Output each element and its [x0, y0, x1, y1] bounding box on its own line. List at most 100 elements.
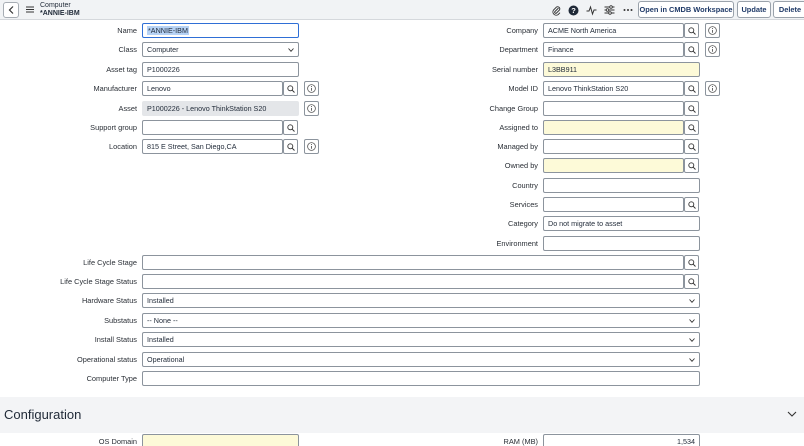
company-info-button[interactable] — [705, 23, 720, 38]
name-input[interactable]: *ANNIE-IBM — [142, 23, 299, 38]
personalize-button[interactable] — [603, 4, 615, 16]
managed-by-lookup-button[interactable] — [684, 139, 699, 154]
support-group-input[interactable] — [142, 120, 283, 135]
activity-icon — [586, 4, 596, 16]
model-id-lookup-button[interactable] — [684, 81, 699, 96]
search-icon — [286, 84, 295, 93]
operational-status-value: Operational — [147, 355, 185, 364]
department-lookup-button[interactable] — [684, 42, 699, 57]
search-icon — [687, 258, 696, 267]
os-domain-label: OS Domain — [98, 437, 137, 446]
asset-value: P1000226 - Lenovo ThinkStation S20 — [147, 104, 267, 113]
hardware-status-value: Installed — [147, 296, 174, 305]
search-icon — [687, 104, 696, 113]
location-lookup-button[interactable] — [283, 139, 298, 154]
name-label: Name — [117, 26, 137, 35]
manufacturer-input[interactable]: Lenovo — [142, 81, 283, 96]
category-label: Category — [508, 219, 538, 228]
life-cycle-stage-input[interactable] — [142, 255, 684, 270]
owned-by-lookup-button[interactable] — [684, 158, 699, 173]
location-info-button[interactable] — [304, 139, 319, 154]
life-cycle-stage-status-lookup-button[interactable] — [684, 274, 699, 289]
computer-type-input[interactable] — [142, 371, 700, 386]
assigned-to-input[interactable] — [543, 120, 684, 135]
services-input[interactable] — [543, 197, 684, 212]
owned-by-label: Owned by — [504, 161, 538, 170]
operational-status-select[interactable]: Operational — [142, 352, 700, 367]
chevron-down-icon — [689, 318, 695, 323]
asset-label: Asset — [118, 104, 137, 113]
help-icon: ? — [568, 5, 578, 15]
install-status-label: Install Status — [94, 335, 137, 344]
owned-by-input[interactable] — [543, 158, 684, 173]
managed-by-input[interactable] — [543, 139, 684, 154]
manufacturer-label: Manufacturer — [93, 84, 137, 93]
class-select[interactable]: Computer — [142, 42, 299, 57]
help-button[interactable]: ? — [567, 4, 579, 16]
chevron-down-icon — [689, 298, 695, 303]
location-label: Location — [109, 142, 137, 151]
info-icon — [708, 84, 717, 93]
menu-button[interactable] — [24, 4, 35, 15]
search-icon — [687, 45, 696, 54]
model-id-input[interactable]: Lenovo ThinkStation S20 — [543, 81, 684, 96]
asset-info-button[interactable] — [304, 101, 319, 116]
change-group-input[interactable] — [543, 101, 684, 116]
search-icon — [687, 161, 696, 170]
country-input[interactable] — [543, 178, 700, 193]
hardware-status-select[interactable]: Installed — [142, 293, 700, 308]
open-cmdb-workspace-button[interactable]: Open in CMDB Workspace — [638, 1, 734, 18]
search-icon — [687, 277, 696, 286]
os-domain-input[interactable] — [142, 434, 299, 446]
department-label: Department — [499, 45, 538, 54]
info-icon — [307, 84, 316, 93]
department-input[interactable]: Finance — [543, 42, 684, 57]
update-button[interactable]: Update — [737, 1, 771, 18]
category-input[interactable]: Do not migrate to asset — [543, 216, 700, 231]
company-label: Company — [506, 26, 538, 35]
company-lookup-button[interactable] — [684, 23, 699, 38]
computer-type-label: Computer Type — [86, 374, 137, 383]
serial-number-input[interactable]: L3BB911 — [543, 62, 700, 77]
ram-label: RAM (MB) — [503, 437, 539, 446]
serial-number-label: Serial number — [491, 65, 538, 74]
ram-input[interactable]: 1,534 — [543, 434, 700, 446]
life-cycle-stage-status-input[interactable] — [142, 274, 684, 289]
ram-value: 1,534 — [677, 437, 695, 446]
collapse-section-button[interactable] — [787, 410, 797, 418]
search-icon — [687, 142, 696, 151]
info-icon — [708, 45, 717, 54]
support-group-lookup-button[interactable] — [283, 120, 298, 135]
life-cycle-stage-label: Life Cycle Stage — [83, 258, 137, 267]
substatus-select[interactable]: -- None -- — [142, 313, 700, 328]
more-options-button[interactable] — [622, 4, 634, 16]
asset-tag-input[interactable]: P1000226 — [142, 62, 299, 77]
location-input[interactable]: 815 E Street, San Diego,CA — [142, 139, 283, 154]
configuration-section-header — [0, 397, 804, 433]
search-icon — [687, 26, 696, 35]
change-group-label: Change Group — [489, 104, 538, 113]
company-input[interactable]: ACME North America — [543, 23, 684, 38]
change-group-lookup-button[interactable] — [684, 101, 699, 116]
back-button[interactable] — [3, 2, 19, 18]
manufacturer-info-button[interactable] — [304, 81, 319, 96]
install-status-select[interactable]: Installed — [142, 332, 700, 347]
operational-status-label: Operational status — [77, 355, 137, 364]
manufacturer-lookup-button[interactable] — [283, 81, 298, 96]
assigned-to-lookup-button[interactable] — [684, 120, 699, 135]
asset-tag-value: P1000226 — [147, 65, 180, 74]
environment-input[interactable] — [543, 236, 700, 251]
services-lookup-button[interactable] — [684, 197, 699, 212]
more-icon — [623, 9, 633, 11]
substatus-value: -- None -- — [147, 316, 178, 325]
services-label: Services — [509, 200, 538, 209]
model-id-info-button[interactable] — [705, 81, 720, 96]
department-info-button[interactable] — [705, 42, 720, 57]
record-name: *ANNIE-IBM — [40, 9, 80, 17]
delete-button[interactable]: Delete — [773, 1, 804, 18]
attachment-button[interactable] — [550, 4, 562, 16]
name-value: *ANNIE-IBM — [147, 26, 189, 35]
life-cycle-stage-lookup-button[interactable] — [684, 255, 699, 270]
activity-button[interactable] — [585, 4, 597, 16]
asset-tag-label: Asset tag — [106, 65, 137, 74]
